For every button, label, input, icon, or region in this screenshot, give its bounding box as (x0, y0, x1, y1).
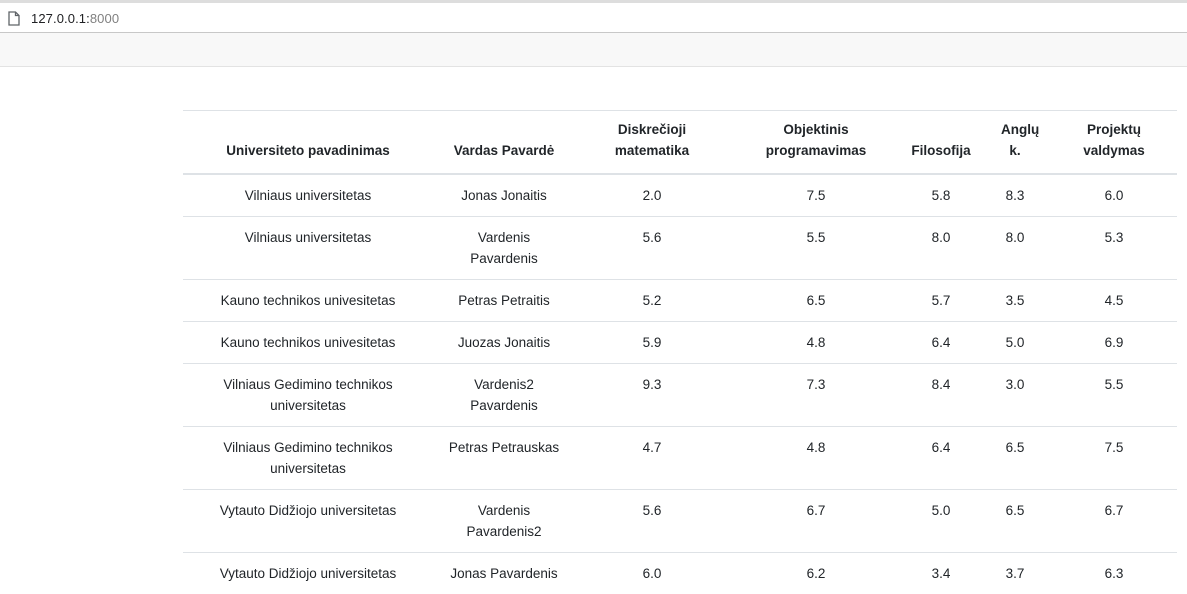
cell-english: 5.0 (979, 321, 1051, 364)
navbar (0, 33, 1187, 67)
cell-university: Vilniaus Gedimino technikos universiteta… (183, 363, 433, 427)
cell-english: 6.5 (979, 426, 1051, 490)
header-english: Anglų k. (979, 110, 1051, 175)
cell-university: Vilniaus Gedimino technikos universiteta… (183, 426, 433, 490)
cell-university: Vytauto Didžiojo universitetas (219, 565, 397, 581)
cell-project-mgmt: 6.9 (1051, 321, 1177, 364)
header-oop: Objektinis programavimas (729, 110, 903, 175)
cell-english: 3.0 (979, 363, 1051, 427)
cell-english: 3.5 (979, 279, 1051, 322)
cell-discrete-math: 9.3 (575, 363, 729, 427)
cell-discrete-math: 5.2 (575, 279, 729, 322)
cell-philosophy: 8.0 (903, 216, 979, 280)
cell-university: Kauno technikos univesitetas (183, 321, 433, 364)
grades-table: Universiteto pavadinimas Vardas Pavardė … (183, 110, 1177, 594)
header-university: Universiteto pavadinimas (183, 110, 433, 175)
header-philosophy: Filosofija (903, 110, 979, 175)
cell-project-mgmt: 5.5 (1051, 363, 1177, 427)
cell-oop: 6.5 (729, 279, 903, 322)
cell-philosophy: 5.8 (903, 173, 979, 217)
cell-name: Jonas Jonaitis (433, 173, 575, 217)
cell-name: Juozas Jonaitis (433, 321, 575, 364)
table-body: Vilniaus universitetas Jonas Jonaitis 2.0 7… (183, 173, 1177, 594)
table-row: Vilniaus universitetas Jonas Jonaitis 2.0 7… (183, 173, 1177, 217)
cell-project-mgmt: 6.7 (1051, 489, 1177, 553)
cell-oop: 5.5 (729, 216, 903, 280)
url-port: 8000 (89, 11, 120, 26)
table-row: Vilniaus Gedimino technikos universiteta… (183, 426, 1177, 490)
cell-english: 6.5 (979, 489, 1051, 553)
address-bar[interactable]: 127.0.0.1:8000 (0, 3, 1187, 33)
cell-oop: 4.8 (729, 321, 903, 364)
cell-project-mgmt: 7.5 (1051, 426, 1177, 490)
cell-name: Petras Petrauskas (433, 426, 575, 490)
url-host: 127.0.0.1: (31, 11, 90, 26)
table-row: Vilniaus universitetas Vardenis Pavardeni… (183, 216, 1177, 280)
cell-name: Vardenis Pavardenis2 (433, 489, 575, 553)
cell-project-mgmt: 5.3 (1051, 216, 1177, 280)
cell-project-mgmt: 4.5 (1051, 279, 1177, 322)
cell-discrete-math: 5.6 (575, 216, 729, 280)
cell-discrete-math: 5.6 (575, 489, 729, 553)
table-row: Kauno technikos univesitetas Petras Petra… (183, 279, 1177, 322)
cell-philosophy: 5.0 (903, 489, 979, 553)
cell-name: Vardenis Pavardenis (433, 216, 575, 280)
cell-oop: 7.3 (729, 363, 903, 427)
grades-table-container: Universiteto pavadinimas Vardas Pavardė … (183, 110, 1177, 594)
cell-discrete-math: 4.7 (575, 426, 729, 490)
header-row: Universiteto pavadinimas Vardas Pavardė … (183, 110, 1177, 175)
cell-discrete-math: 6.0 (642, 565, 662, 581)
cell-name: Vardenis2 Pavardenis (433, 363, 575, 427)
table-row: Vilniaus Gedimino technikos universiteta… (183, 363, 1177, 427)
cell-philosophy: 8.4 (903, 363, 979, 427)
cell-philosophy: 6.4 (903, 426, 979, 490)
cell-university: Vilniaus universitetas (183, 173, 433, 217)
cell-philosophy: 5.7 (903, 279, 979, 322)
cell-project-mgmt: 6.0 (1051, 173, 1177, 217)
table-header: Universiteto pavadinimas Vardas Pavardė … (183, 110, 1177, 175)
cell-oop: 6.2 (806, 565, 826, 581)
cell-discrete-math: 5.9 (575, 321, 729, 364)
cell-university: Kauno technikos univesitetas (183, 279, 433, 322)
page-icon (8, 11, 20, 26)
header-name: Vardas Pavardė (433, 110, 575, 175)
header-project-mgmt: Projektų valdymas (1051, 110, 1177, 175)
cell-english: 3.7 (1005, 565, 1025, 581)
cell-name: Jonas Pavardenis (450, 565, 558, 581)
cell-project-mgmt: 6.3 (1104, 565, 1124, 581)
url-text[interactable]: 127.0.0.1:8000 (31, 11, 119, 27)
cell-oop: 6.7 (729, 489, 903, 553)
cell-discrete-math: 2.0 (575, 173, 729, 217)
table-row: Vytauto Didžiojo universitetas Vardenis P… (183, 489, 1177, 553)
cell-oop: 7.5 (729, 173, 903, 217)
cell-english: 8.0 (979, 216, 1051, 280)
table-row: Kauno technikos univesitetas Juozas Jonai… (183, 321, 1177, 364)
cell-philosophy: 3.4 (931, 565, 951, 581)
cell-philosophy: 6.4 (903, 321, 979, 364)
table-row: Vytauto Didžiojo universitetas Jonas Pava… (183, 552, 1177, 594)
cell-university: Vytauto Didžiojo universitetas (183, 489, 433, 553)
header-discrete-math: Diskrečioji matematika (575, 110, 729, 175)
cell-name: Petras Petraitis (433, 279, 575, 322)
cell-university: Vilniaus universitetas (183, 216, 433, 280)
cell-english: 8.3 (979, 173, 1051, 217)
cell-oop: 4.8 (729, 426, 903, 490)
